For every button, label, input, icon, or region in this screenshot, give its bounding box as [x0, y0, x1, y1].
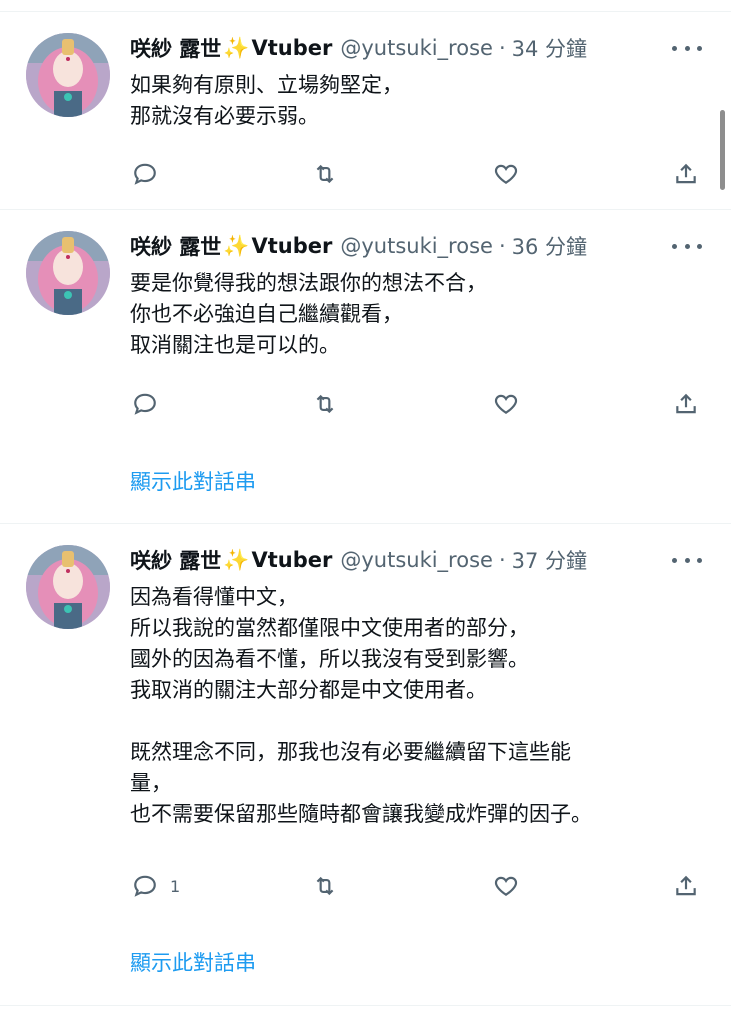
like-button[interactable] [493, 159, 519, 189]
tweet-timestamp[interactable]: 36 分鐘 [512, 231, 587, 261]
retweet-button[interactable] [312, 159, 338, 189]
tweet-header: 咲紗 露世 ✨ Vtuber @yutsuki_rose · 36 分鐘 [130, 231, 587, 261]
sparkle-icon: ✨ [223, 547, 250, 572]
like-button[interactable] [493, 871, 519, 901]
more-options-icon[interactable] [672, 235, 702, 257]
user-handle[interactable]: @yutsuki_rose [340, 548, 493, 572]
sparkle-icon: ✨ [223, 35, 250, 60]
reply-button[interactable] [132, 389, 170, 419]
tweet-actions [130, 159, 704, 189]
display-name-suffix[interactable]: Vtuber [251, 36, 332, 60]
display-name[interactable]: 咲紗 露世 [130, 231, 221, 261]
tweet-header: 咲紗 露世 ✨ Vtuber @yutsuki_rose · 37 分鐘 [130, 545, 587, 575]
tweet-header: 咲紗 露世 ✨ Vtuber @yutsuki_rose · 34 分鐘 [130, 33, 587, 63]
avatar[interactable] [26, 231, 110, 315]
user-handle[interactable]: @yutsuki_rose [340, 234, 493, 258]
show-thread-link[interactable]: 顯示此對話串 [130, 947, 256, 977]
tweet-text: 如果夠有原則、立場夠堅定， 那就沒有必要示弱。 [130, 73, 403, 128]
separator-dot: · [498, 234, 506, 258]
heart-icon [494, 876, 518, 896]
avatar[interactable] [26, 33, 110, 117]
tweet-timestamp[interactable]: 34 分鐘 [512, 33, 587, 63]
like-button[interactable] [493, 389, 519, 419]
retweet-icon [316, 164, 334, 184]
reply-icon [134, 163, 156, 185]
share-button[interactable] [673, 159, 699, 189]
tweet-actions: 1 [130, 871, 704, 901]
share-icon [676, 163, 696, 184]
separator-dot: · [498, 548, 506, 572]
tweet-text: 因為看得懂中文， 所以我說的當然都僅限中文使用者的部分， 國外的因為看不懂，所以… [130, 585, 592, 826]
sparkle-icon: ✨ [223, 233, 250, 258]
display-name[interactable]: 咲紗 露世 [130, 33, 221, 63]
tweet-text: 要是你覺得我的想法跟你的想法不合， 你也不必強迫自己繼續觀看， 取消關注也是可以… [130, 271, 487, 357]
avatar-image [26, 545, 110, 629]
show-thread-link[interactable]: 顯示此對話串 [130, 466, 256, 496]
share-icon [676, 393, 696, 414]
tweet-timestamp[interactable]: 37 分鐘 [512, 545, 587, 575]
reply-button[interactable]: 1 [132, 871, 180, 901]
reply-button[interactable] [132, 159, 170, 189]
heart-icon [494, 394, 518, 414]
display-name-suffix[interactable]: Vtuber [251, 234, 332, 258]
tweet-divider [0, 523, 731, 524]
display-name[interactable]: 咲紗 露世 [130, 545, 221, 575]
more-options-icon[interactable] [672, 549, 702, 571]
share-button[interactable] [673, 871, 699, 901]
more-options-icon[interactable] [672, 37, 702, 59]
reply-icon [134, 875, 156, 897]
avatar[interactable] [26, 545, 110, 629]
tweet-actions [130, 389, 704, 419]
separator-dot: · [498, 36, 506, 60]
avatar-image [26, 33, 110, 117]
tweet-divider [0, 1005, 731, 1006]
top-divider [0, 11, 731, 12]
retweet-icon [316, 876, 334, 896]
share-button[interactable] [673, 389, 699, 419]
retweet-button[interactable] [312, 871, 338, 901]
retweet-icon [316, 394, 334, 414]
reply-count: 1 [170, 876, 181, 896]
avatar-image [26, 231, 110, 315]
display-name-suffix[interactable]: Vtuber [251, 548, 332, 572]
user-handle[interactable]: @yutsuki_rose [340, 36, 493, 60]
scrollbar-thumb[interactable] [720, 110, 725, 190]
heart-icon [494, 164, 518, 184]
retweet-button[interactable] [312, 389, 338, 419]
share-icon [676, 875, 696, 896]
tweet-divider [0, 209, 731, 210]
reply-icon [134, 393, 156, 415]
